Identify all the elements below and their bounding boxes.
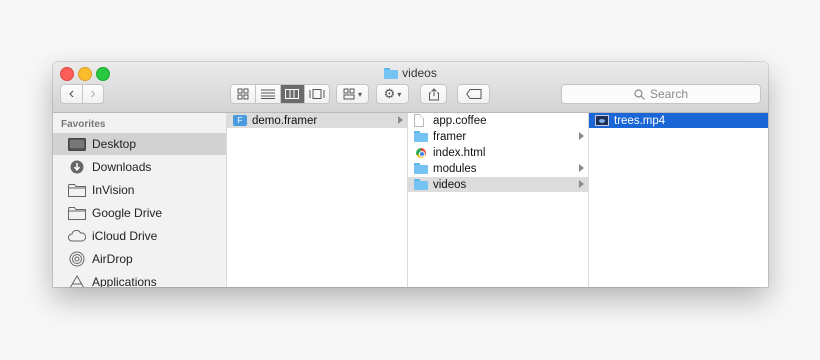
disclosure-arrow-icon	[398, 116, 403, 124]
browser-column-3: trees.mp4	[589, 113, 768, 287]
search-field[interactable]: Search	[561, 84, 761, 104]
folder-icon	[68, 206, 86, 220]
column-view-button[interactable]	[280, 85, 306, 103]
gear-icon: ⚙	[383, 86, 396, 101]
share-button[interactable]	[420, 84, 447, 104]
list-item[interactable]: framer	[408, 129, 588, 144]
grid-icon	[237, 88, 249, 100]
chevron-down-icon: ▾	[397, 89, 402, 99]
sidebar-item-airdrop[interactable]: AirDrop	[53, 248, 226, 270]
list-icon	[260, 89, 275, 99]
disclosure-arrow-icon	[579, 180, 584, 188]
back-button[interactable]: ‹	[61, 85, 83, 103]
sidebar-item-label: iCloud Drive	[92, 229, 158, 243]
sidebar-item-invision[interactable]: InVision	[53, 179, 226, 201]
list-view-button[interactable]	[256, 85, 281, 103]
tags-button[interactable]	[457, 84, 490, 104]
sidebar-item-label: Google Drive	[92, 206, 163, 220]
browser-column-2: app.coffee framer index.html modules vid…	[408, 113, 589, 287]
arrange-button[interactable]: ▾	[336, 84, 369, 104]
sidebar-item-label: AirDrop	[92, 252, 133, 266]
sidebar-item-applications[interactable]: Applications	[53, 271, 226, 287]
document-icon	[414, 114, 424, 127]
browser-column-1: F demo.framer	[227, 113, 408, 287]
video-file-icon	[595, 115, 609, 126]
airdrop-icon	[68, 251, 86, 267]
folder-icon	[384, 67, 399, 79]
nav-buttons: ‹ ›	[60, 84, 104, 104]
sidebar-item-label: Desktop	[92, 137, 137, 151]
list-item[interactable]: app.coffee	[408, 113, 588, 128]
window-title-text: videos	[402, 66, 437, 80]
forward-button[interactable]: ›	[83, 85, 103, 103]
desktop-icon	[68, 137, 86, 151]
cover-flow-button[interactable]	[305, 85, 329, 103]
sidebar: Favorites Desktop Downloads InVision Goo…	[53, 113, 227, 287]
action-button[interactable]: ⚙ ▾	[376, 84, 409, 104]
titlebar: videos ‹ › ▾ ⚙ ▾ Search	[53, 62, 768, 113]
tag-icon	[465, 89, 481, 99]
list-item[interactable]: modules	[408, 161, 588, 176]
folder-icon	[68, 183, 86, 197]
cloud-icon	[68, 229, 86, 243]
list-item[interactable]: index.html	[408, 145, 588, 160]
list-item[interactable]: F demo.framer	[227, 113, 407, 128]
item-name: app.coffee	[433, 114, 487, 127]
folder-icon	[414, 163, 428, 174]
folder-icon	[414, 179, 428, 190]
search-placeholder: Search	[649, 87, 689, 101]
downloads-icon	[68, 160, 86, 174]
item-name: modules	[433, 162, 477, 175]
disclosure-arrow-icon	[579, 164, 584, 172]
list-item[interactable]: trees.mp4	[589, 113, 768, 128]
sidebar-item-icloud-drive[interactable]: iCloud Drive	[53, 225, 226, 247]
sidebar-item-label: InVision	[92, 183, 135, 197]
item-name: framer	[433, 130, 467, 143]
sidebar-item-label: Applications	[92, 275, 157, 287]
item-name: videos	[433, 178, 467, 191]
item-name: trees.mp4	[614, 114, 666, 127]
group-icon	[343, 88, 355, 100]
chevron-right-icon: ›	[90, 85, 96, 102]
finder-window: videos ‹ › ▾ ⚙ ▾ Search Favorites Deskto…	[53, 62, 768, 287]
folder-icon	[414, 131, 428, 142]
window-title: videos	[53, 65, 768, 81]
chevron-down-icon: ▾	[357, 89, 362, 99]
chrome-html-icon	[416, 147, 426, 158]
sidebar-item-downloads[interactable]: Downloads	[53, 156, 226, 178]
list-item[interactable]: videos	[408, 177, 588, 192]
sidebar-item-desktop[interactable]: Desktop	[53, 133, 226, 155]
applications-icon	[68, 275, 86, 287]
chevron-left-icon: ‹	[68, 85, 75, 102]
columns-icon	[285, 89, 300, 99]
sidebar-item-label: Downloads	[92, 160, 152, 174]
disclosure-arrow-icon	[579, 132, 584, 140]
search-icon	[634, 88, 645, 100]
view-switcher	[230, 84, 330, 104]
icon-view-button[interactable]	[231, 85, 256, 103]
framer-project-icon: F	[233, 115, 247, 126]
sidebar-heading: Favorites	[61, 119, 106, 130]
item-name: demo.framer	[252, 114, 318, 127]
cover-flow-icon	[309, 89, 325, 99]
item-name: index.html	[433, 146, 486, 159]
share-icon	[428, 87, 439, 100]
sidebar-item-google-drive[interactable]: Google Drive	[53, 202, 226, 224]
